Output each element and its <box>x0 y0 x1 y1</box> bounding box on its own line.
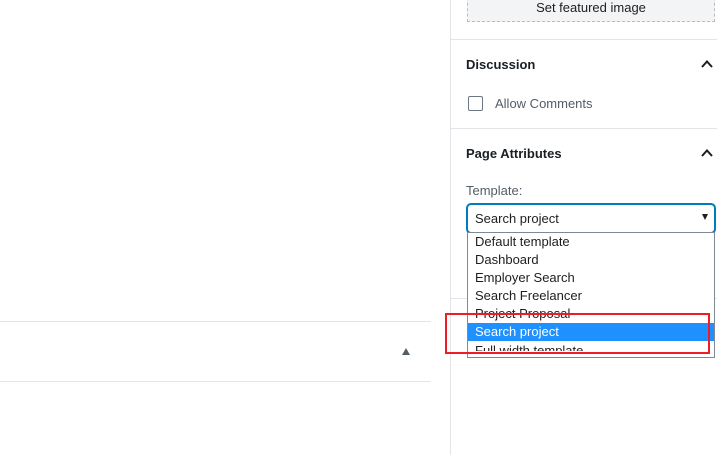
template-option[interactable]: Full width template <box>468 341 714 351</box>
template-field-label: Template: <box>466 183 523 198</box>
allow-comments-label[interactable]: Allow Comments <box>495 96 593 111</box>
chevron-up-icon[interactable] <box>700 146 714 160</box>
document-settings-sidebar: Set featured image Discussion Allow Comm… <box>450 0 717 455</box>
template-select[interactable]: Search project <box>467 204 715 233</box>
allow-comments-checkbox[interactable] <box>468 96 483 111</box>
template-option-selected[interactable]: Search project <box>468 323 714 341</box>
content-divider <box>0 321 431 322</box>
template-option[interactable]: Default template <box>468 233 714 251</box>
template-options-list[interactable]: Default template Dashboard Employer Sear… <box>467 232 715 358</box>
template-select-value: Search project <box>475 211 559 226</box>
page-attributes-panel-title[interactable]: Page Attributes <box>466 146 562 161</box>
template-option[interactable]: Project Proposal <box>468 305 714 323</box>
editor-content-area <box>0 0 450 455</box>
panel-divider <box>451 128 717 129</box>
template-option[interactable]: Employer Search <box>468 269 714 287</box>
set-featured-image-button[interactable]: Set featured image <box>467 0 715 22</box>
template-option[interactable]: Search Freelancer <box>468 287 714 305</box>
dropdown-caret-icon <box>702 214 708 220</box>
chevron-up-icon[interactable] <box>700 57 714 71</box>
content-divider <box>0 381 431 382</box>
discussion-panel-title[interactable]: Discussion <box>466 57 535 72</box>
collapse-panel-icon[interactable] <box>402 348 410 355</box>
template-option[interactable]: Dashboard <box>468 251 714 269</box>
panel-divider <box>451 39 717 40</box>
